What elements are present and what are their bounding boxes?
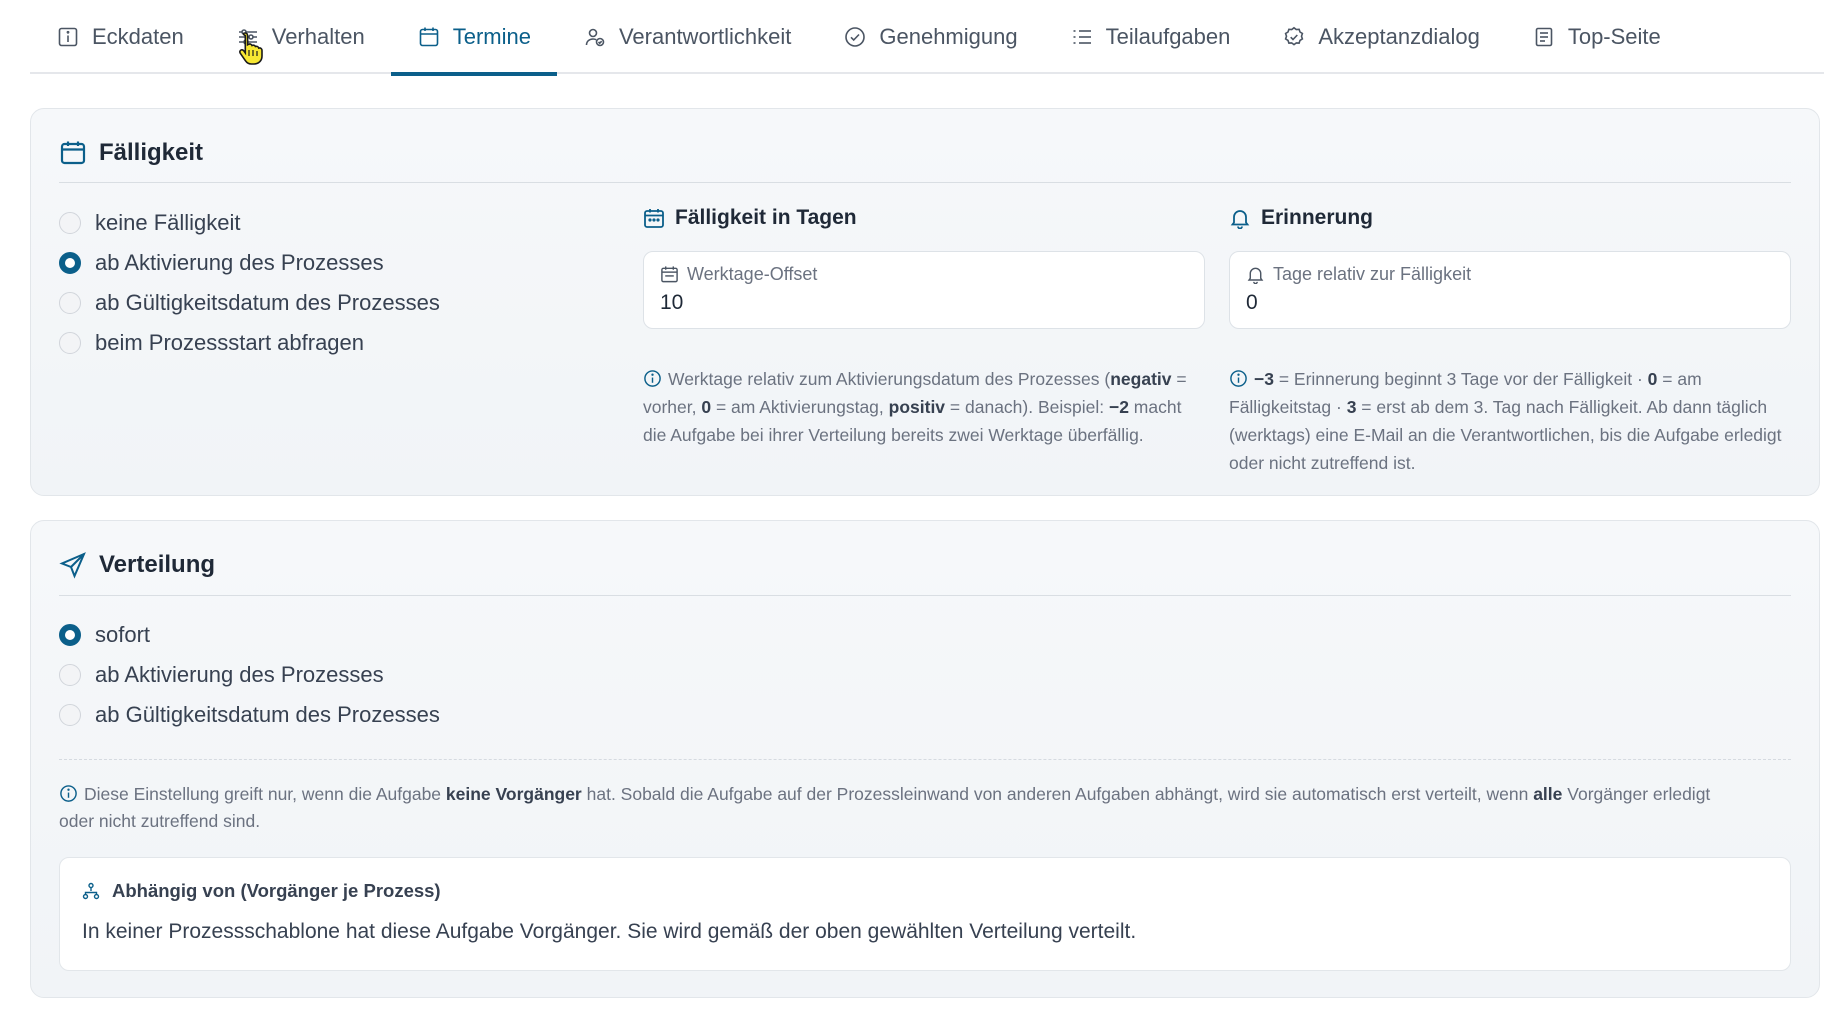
document-icon	[1532, 25, 1556, 49]
radio-beim-prozessstart[interactable]: beim Prozessstart abfragen	[59, 323, 440, 363]
tab-label: Termine	[452, 24, 531, 49]
info-square-icon	[56, 25, 80, 49]
tab-label: Verhalten	[271, 24, 365, 49]
tab-label: Verantwortlichkeit	[618, 24, 792, 49]
verteilung-heading: Verteilung	[59, 551, 215, 579]
faelligkeit-tage-heading: Fälligkeit in Tagen	[643, 203, 1205, 233]
verteilung-options: sofort ab Aktivierung des Prozesses ab G…	[59, 615, 440, 735]
faelligkeit-tage-section: Fälligkeit in Tagen Werktage-Offset Werk…	[643, 203, 1205, 449]
faelligkeit-tage-hint: Werktage relativ zum Aktivierungsdatum d…	[643, 369, 1187, 445]
info-icon	[644, 370, 661, 387]
faelligkeit-card: Fälligkeit keine Fälligkeit ab Aktivieru…	[30, 108, 1820, 496]
dashed-divider	[59, 759, 1791, 760]
calendar-icon	[417, 25, 441, 49]
divider	[59, 182, 1791, 183]
tab-verantwortlichkeit[interactable]: Verantwortlichkeit	[557, 0, 817, 74]
dependency-box: Abhängig von (Vorgänger je Prozess) In k…	[59, 857, 1791, 971]
erinnerung-heading: Erinnerung	[1229, 203, 1791, 233]
info-icon	[60, 785, 77, 802]
badge-check-icon	[1282, 25, 1306, 49]
radio-sofort[interactable]: sofort	[59, 615, 440, 655]
radio-button[interactable]	[59, 252, 81, 274]
tab-label: Akzeptanzdialog	[1318, 24, 1480, 49]
dependency-heading: Abhängig von (Vorgänger je Prozess)	[82, 880, 1768, 902]
faelligkeit-options: keine Fälligkeit ab Aktivierung des Proz…	[59, 203, 440, 363]
verteilung-note: Diese Einstellung greift nur, wenn die A…	[59, 784, 1711, 831]
calendar-icon	[60, 141, 86, 165]
radio-button[interactable]	[59, 212, 81, 234]
tab-termine[interactable]: Termine	[390, 0, 558, 76]
radio-keine-faelligkeit[interactable]: keine Fälligkeit	[59, 203, 440, 243]
hand-cursor-icon	[239, 32, 263, 65]
radio-button[interactable]	[59, 624, 81, 646]
erinnerung-label: Tage relativ zur Fälligkeit	[1246, 264, 1774, 285]
list-icon	[1070, 25, 1094, 49]
radio-button[interactable]	[59, 664, 81, 686]
calendar-icon	[661, 266, 678, 283]
erinnerung-input[interactable]	[1246, 291, 1774, 315]
send-icon	[59, 552, 86, 579]
bell-icon	[1247, 267, 1264, 284]
tab-label: Top-Seite	[1567, 24, 1661, 49]
tab-genehmigung[interactable]: Genehmigung	[817, 0, 1043, 74]
radio-ab-gueltigkeitsdatum[interactable]: ab Gültigkeitsdatum des Prozesses	[59, 283, 440, 323]
user-check-icon	[583, 25, 607, 49]
divider	[59, 595, 1791, 596]
hierarchy-icon	[82, 882, 100, 900]
werktage-offset-field[interactable]: Werktage-Offset	[643, 251, 1205, 329]
info-icon	[1230, 370, 1247, 387]
tab-top-seite[interactable]: Top-Seite	[1506, 0, 1687, 74]
tab-teilaufgaben[interactable]: Teilaufgaben	[1044, 0, 1257, 74]
werktage-offset-input[interactable]	[660, 291, 1188, 315]
werktage-offset-label: Werktage-Offset	[660, 264, 1188, 285]
erinnerung-field[interactable]: Tage relativ zur Fälligkeit	[1229, 251, 1791, 329]
tab-label: Eckdaten	[92, 24, 184, 49]
erinnerung-section: Erinnerung Tage relativ zur Fälligkeit −…	[1229, 203, 1791, 477]
calendar-days-icon	[644, 209, 664, 228]
radio-ab-gueltigkeitsdatum[interactable]: ab Gültigkeitsdatum des Prozesses	[59, 695, 440, 735]
tab-eckdaten[interactable]: Eckdaten	[30, 0, 210, 74]
radio-ab-aktivierung[interactable]: ab Aktivierung des Prozesses	[59, 243, 440, 283]
verteilung-card: Verteilung sofort ab Aktivierung des Pro…	[30, 520, 1820, 998]
check-circle-icon	[843, 25, 867, 49]
bell-icon	[1230, 210, 1250, 229]
tab-label: Genehmigung	[879, 24, 1018, 49]
faelligkeit-heading: Fälligkeit	[59, 139, 203, 167]
tab-bar: Eckdaten Verhalten Termine Verantwortlic…	[30, 0, 1824, 76]
dependency-text: In keiner Prozessschablone hat diese Auf…	[82, 920, 1137, 943]
erinnerung-hint: −3 = Erinnerung beginnt 3 Tage vor der F…	[1229, 369, 1782, 473]
radio-ab-aktivierung[interactable]: ab Aktivierung des Prozesses	[59, 655, 440, 695]
tab-akzeptanzdialog[interactable]: Akzeptanzdialog	[1256, 0, 1505, 74]
tab-label: Teilaufgaben	[1105, 24, 1231, 49]
radio-button[interactable]	[59, 292, 81, 314]
radio-button[interactable]	[59, 332, 81, 354]
radio-button[interactable]	[59, 704, 81, 726]
